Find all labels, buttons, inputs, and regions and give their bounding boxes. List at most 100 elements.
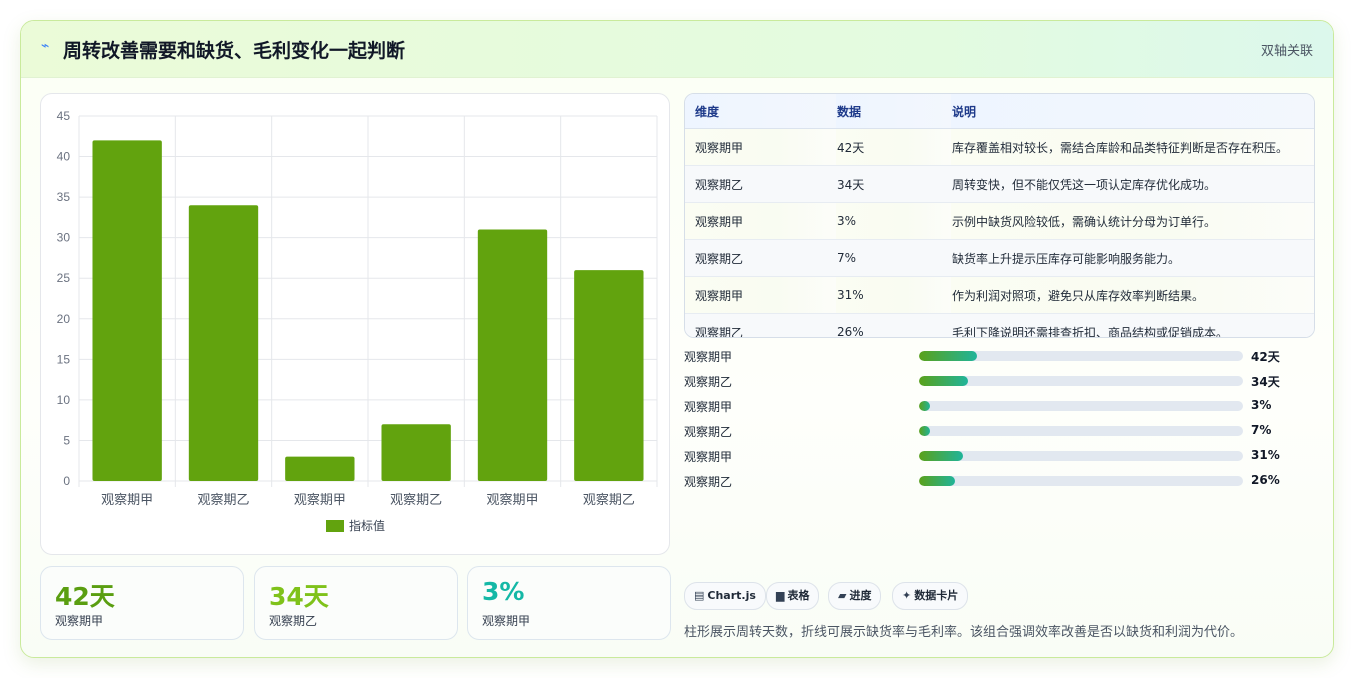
table-cell: 3% (836, 202, 951, 240)
progress-row: 观察期乙 34天 (684, 371, 1314, 391)
progress-track (919, 401, 1243, 411)
kpi-label: 观察期甲 (482, 614, 531, 628)
header-badge: 双轴关联 (1260, 44, 1313, 59)
progress-value: 31% (1251, 448, 1280, 462)
table-cell: 作为利润对照项，避免只从库存效率判断结果。 (951, 276, 1314, 314)
y-tick-label: 0 (63, 474, 70, 488)
table-header-cell: 说明 (951, 94, 1314, 129)
x-tick-label: 观察期乙 (390, 493, 442, 508)
table-header-cell: 数据 (836, 94, 951, 129)
progress-track (919, 451, 1243, 461)
progress-label: 观察期乙 (684, 375, 733, 389)
progress-label: 观察期乙 (684, 475, 733, 489)
progress-value: 7% (1251, 423, 1272, 437)
progress-track (919, 376, 1243, 386)
bar (381, 424, 451, 481)
progress-row: 观察期甲 3% (684, 396, 1314, 416)
table-row: 观察期甲 31% 作为利润对照项，避免只从库存效率判断结果。 (685, 276, 1314, 314)
bar (477, 229, 548, 481)
kpi-card-1: 42天 观察期甲 (40, 566, 244, 640)
kpi-value: 34天 (269, 582, 329, 611)
kpi-card-2: 34天 观察期乙 (254, 566, 458, 640)
progress-fill (919, 401, 931, 411)
legend-swatch (326, 520, 344, 532)
x-tick-label: 观察期甲 (294, 493, 346, 508)
sparkline-icon: ⌁ (41, 38, 50, 54)
chart-icon: ▤ (694, 589, 705, 602)
progress-label: 观察期甲 (684, 350, 733, 364)
chip-data-card[interactable]: ✦ 数据卡片 (892, 582, 969, 610)
progress-icon: ▰ (838, 589, 847, 602)
table-cell: 库存覆盖相对较长，需结合库龄和品类特征判断是否存在积压。 (951, 128, 1314, 166)
progress-track (919, 351, 1243, 361)
bar (574, 270, 644, 481)
table-cell: 34天 (836, 165, 951, 203)
bar (285, 456, 355, 481)
x-tick-label: 观察期乙 (197, 493, 249, 508)
progress-fill (919, 426, 931, 436)
table-cell: 周转变快，但不能仅凭这一项认定库存优化成功。 (951, 165, 1314, 203)
progress-row: 观察期乙 7% (684, 421, 1314, 441)
table-cell: 观察期乙 (685, 313, 836, 337)
progress-value: 42天 (1251, 350, 1280, 364)
table-cell: 缺货率上升提示压库存可能影响服务能力。 (951, 239, 1314, 277)
chip-label: Chart.js (707, 589, 756, 602)
x-tick-label: 观察期甲 (486, 493, 538, 508)
kpi-label: 观察期甲 (55, 614, 104, 628)
chip-label: 表格 (787, 589, 810, 602)
y-tick-label: 25 (57, 271, 71, 285)
y-tick-label: 5 (63, 433, 70, 447)
progress-row: 观察期甲 42天 (684, 346, 1314, 366)
y-tick-label: 15 (57, 352, 71, 366)
table-cell: 毛利下降说明还需排查折扣、商品结构或促销成本。 (951, 313, 1314, 337)
x-tick-label: 观察期甲 (101, 493, 153, 508)
table-cell: 31% (836, 276, 951, 314)
progress-value: 26% (1251, 473, 1280, 487)
table-cell: 42天 (836, 128, 951, 166)
data-table: 维度 数据 说明 观察期甲 42天 库存覆盖相对较长，需结合库龄和品类特征判断是… (684, 93, 1315, 338)
table-row: 观察期乙 7% 缺货率上升提示压库存可能影响服务能力。 (685, 239, 1314, 277)
table-header-cell: 维度 (685, 94, 836, 129)
x-tick-label: 观察期乙 (583, 493, 635, 508)
progress-value: 34天 (1251, 375, 1280, 389)
progress-label: 观察期乙 (684, 425, 733, 439)
y-tick-label: 45 (57, 109, 71, 123)
dashboard-card: ⌁ 周转改善需要和缺货、毛利变化一起判断 双轴关联 0 5 10 15 20 25 30 35… (20, 20, 1334, 658)
table-row: 观察期乙 26% 毛利下降说明还需排查折扣、商品结构或促销成本。 (685, 313, 1314, 337)
chip-chartjs[interactable]: ▤ Chart.js (684, 582, 766, 610)
progress-track (919, 476, 1243, 486)
progress-fill (919, 451, 963, 461)
sparkle-icon: ✦ (902, 589, 912, 602)
table-cell: 观察期甲 (685, 202, 836, 240)
progress-label: 观察期甲 (684, 400, 733, 414)
card-header: ⌁ 周转改善需要和缺货、毛利变化一起判断 双轴关联 (21, 21, 1333, 78)
table-row: 观察期甲 42天 库存覆盖相对较长，需结合库龄和品类特征判断是否存在积压。 (685, 128, 1314, 166)
chip-label: 数据卡片 (914, 589, 959, 602)
progress-fill (919, 351, 978, 361)
y-tick-label: 10 (57, 393, 71, 407)
table-cell: 观察期甲 (685, 128, 836, 166)
y-tick-label: 35 (57, 190, 71, 204)
y-tick-label: 30 (57, 231, 71, 245)
kpi-label: 观察期乙 (269, 614, 318, 628)
kpi-card-3: 3% 观察期甲 (467, 566, 671, 640)
progress-row: 观察期甲 31% (684, 446, 1314, 466)
bar (92, 140, 162, 482)
progress-fill (919, 376, 968, 386)
table-row: 观察期甲 3% 示例中缺货风险较低，需确认统计分母为订单行。 (685, 202, 1314, 240)
chip-table[interactable]: ▆ 表格 (766, 582, 820, 610)
progress-track (919, 426, 1243, 436)
table-cell: 观察期甲 (685, 276, 836, 314)
bar (188, 205, 259, 481)
footer-note: 柱形展示周转天数，折线可展示缺货率与毛利率。该组合强调效率改善是否以缺货和利润为… (684, 625, 1244, 640)
kpi-value: 42天 (55, 582, 115, 611)
chip-label: 进度 (849, 589, 872, 602)
kpi-value: 3% (482, 577, 525, 606)
table-header-row: 维度 数据 说明 (685, 94, 1314, 129)
table-cell: 7% (836, 239, 951, 277)
progress-row: 观察期乙 26% (684, 471, 1314, 491)
table-cell: 26% (836, 313, 951, 337)
table-cell: 示例中缺货风险较低，需确认统计分母为订单行。 (951, 202, 1314, 240)
table-row: 观察期乙 34天 周转变快，但不能仅凭这一项认定库存优化成功。 (685, 165, 1314, 203)
chip-progress[interactable]: ▰ 进度 (828, 582, 882, 610)
